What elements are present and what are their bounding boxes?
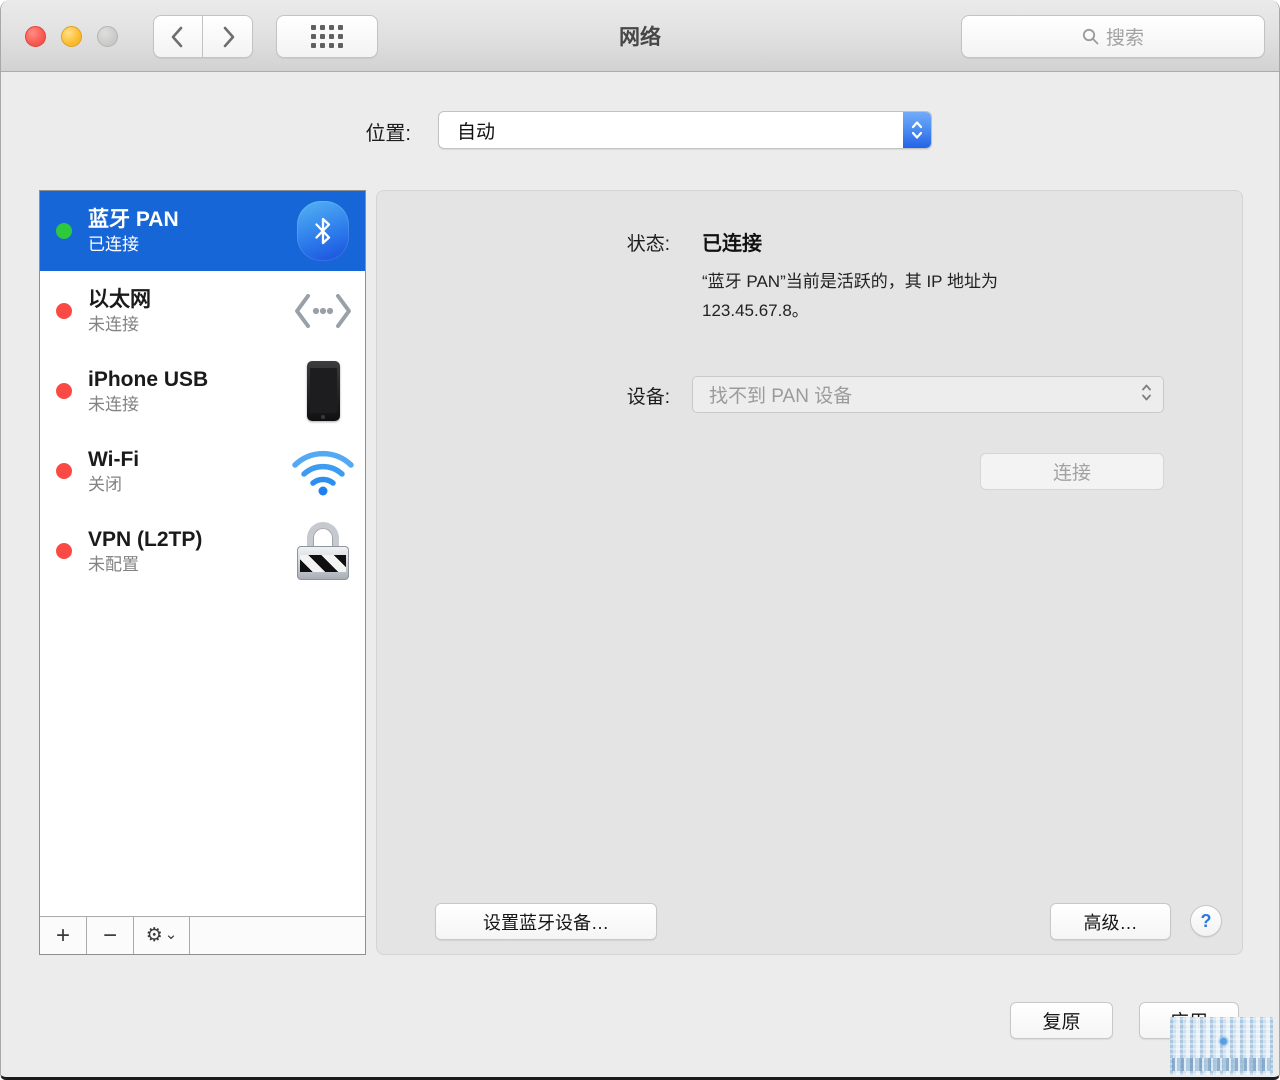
lock-icon	[291, 519, 355, 583]
titlebar: 网络 搜索	[1, 0, 1279, 72]
service-name: 蓝牙 PAN	[88, 207, 179, 233]
service-row-wifi[interactable]: Wi-Fi 关闭	[40, 431, 365, 511]
stepper-icon	[903, 112, 931, 148]
close-button[interactable]	[25, 26, 46, 47]
service-status: 已连接	[88, 234, 179, 255]
bluetooth-icon	[291, 199, 355, 263]
service-status: 未连接	[88, 314, 151, 335]
remove-service-button[interactable]: −	[87, 917, 134, 954]
gear-icon: ⚙	[146, 924, 163, 947]
help-button[interactable]: ?	[1190, 905, 1222, 937]
status-description-line2: 123.45.67.8。	[702, 296, 998, 325]
zoom-button	[97, 26, 118, 47]
wifi-icon	[291, 439, 355, 503]
forward-button[interactable]	[203, 15, 253, 58]
search-placeholder: 搜索	[1106, 23, 1144, 50]
service-status: 未配置	[88, 554, 202, 575]
nav-buttons	[153, 15, 253, 58]
service-name: iPhone USB	[88, 367, 208, 393]
status-value: 已连接	[702, 227, 762, 256]
service-row-ethernet[interactable]: 以太网 未连接	[40, 271, 365, 351]
status-dot	[56, 543, 72, 559]
status-dot	[56, 303, 72, 319]
service-row-vpn-l2tp[interactable]: VPN (L2TP) 未配置	[40, 511, 365, 591]
show-all-button[interactable]	[276, 15, 378, 58]
network-preferences-window: 网络 搜索 位置: 自动 蓝牙 PAN 已连接	[0, 0, 1280, 1080]
detail-panel: 状态: 已连接 “蓝牙 PAN”当前是活跃的，其 IP 地址为 123.45.6…	[376, 190, 1243, 955]
back-button[interactable]	[153, 15, 203, 58]
device-value: 找不到 PAN 设备	[693, 381, 852, 408]
iphone-icon	[291, 359, 355, 423]
location-label: 位置:	[261, 117, 411, 146]
status-label: 状态:	[542, 229, 670, 256]
services-list: 蓝牙 PAN 已连接 以太网 未连接	[39, 190, 366, 955]
chevron-up-down-icon	[1140, 382, 1153, 407]
status-description-line1: “蓝牙 PAN”当前是活跃的，其 IP 地址为	[702, 267, 998, 296]
chevron-right-icon	[217, 24, 239, 50]
ethernet-icon	[291, 279, 355, 343]
location-value: 自动	[439, 117, 495, 144]
minimize-button[interactable]	[61, 26, 82, 47]
add-service-button[interactable]: +	[40, 917, 87, 954]
service-actions-button[interactable]: ⚙ ⌄	[134, 917, 190, 954]
revert-button[interactable]: 复原	[1010, 1002, 1113, 1039]
service-row-iphone-usb[interactable]: iPhone USB 未连接	[40, 351, 365, 431]
service-row-bluetooth-pan[interactable]: 蓝牙 PAN 已连接	[40, 191, 365, 271]
service-status: 未连接	[88, 394, 208, 415]
grid-icon	[311, 25, 343, 48]
search-input[interactable]: 搜索	[961, 15, 1265, 58]
device-label: 设备:	[542, 382, 670, 409]
service-name: VPN (L2TP)	[88, 527, 202, 553]
status-dot	[56, 223, 72, 239]
search-icon	[1082, 28, 1099, 45]
status-dot	[56, 383, 72, 399]
service-status: 关闭	[88, 474, 139, 495]
connect-button[interactable]: 连接	[980, 453, 1164, 490]
device-popup[interactable]: 找不到 PAN 设备	[692, 376, 1164, 413]
location-popup[interactable]: 自动	[438, 111, 932, 149]
chevron-left-icon	[167, 24, 189, 50]
watermark	[1170, 1017, 1273, 1075]
status-dot	[56, 463, 72, 479]
status-description: “蓝牙 PAN”当前是活跃的，其 IP 地址为 123.45.67.8。	[702, 267, 998, 325]
advanced-button[interactable]: 高级…	[1050, 903, 1171, 940]
service-name: 以太网	[88, 287, 151, 313]
service-name: Wi-Fi	[88, 447, 139, 473]
chevron-down-icon: ⌄	[165, 925, 178, 943]
services-toolbar: + − ⚙ ⌄	[40, 916, 365, 954]
setup-bluetooth-button[interactable]: 设置蓝牙设备…	[435, 903, 657, 940]
